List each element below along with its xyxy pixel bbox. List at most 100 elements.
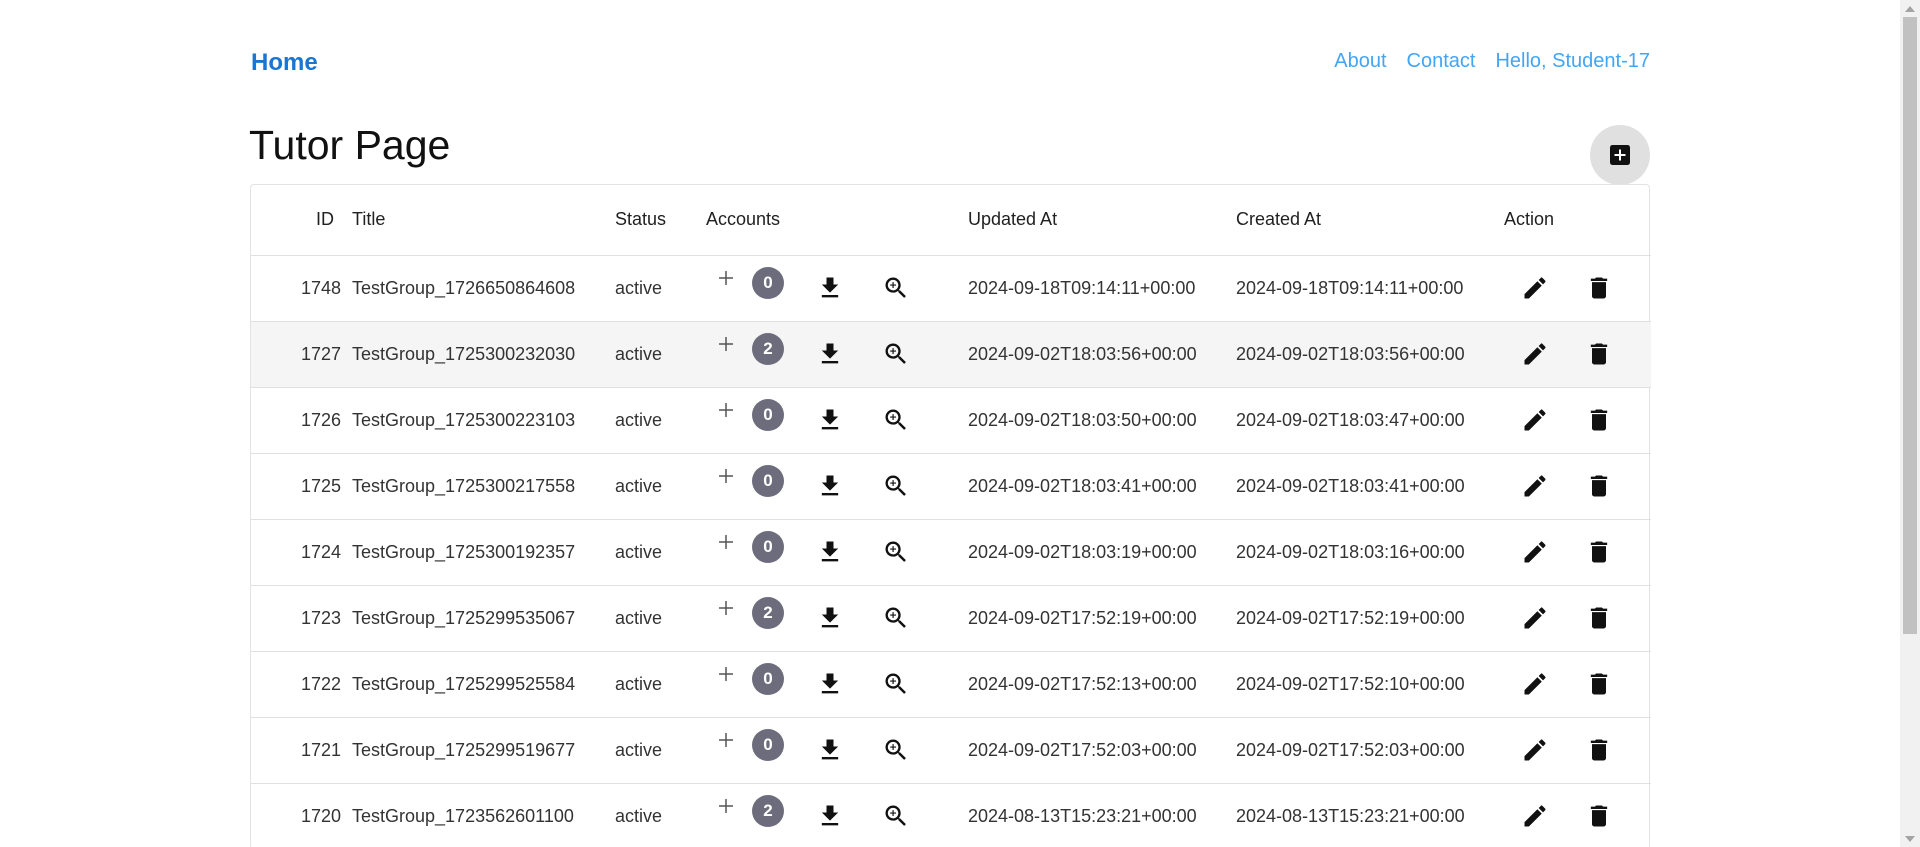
cell-actions [1504, 717, 1651, 784]
plus-icon[interactable] [716, 796, 736, 816]
plus-icon[interactable] [716, 730, 736, 750]
cell-accounts: 2 [706, 321, 968, 388]
cell-status: active [615, 585, 706, 652]
plus-icon[interactable] [716, 334, 736, 354]
cell-created-at: 2024-09-02T18:03:16+00:00 [1236, 519, 1504, 586]
zoom-in-icon[interactable] [882, 802, 910, 830]
cell-updated-at: 2024-09-02T18:03:41+00:00 [968, 453, 1236, 520]
header-created-at[interactable]: Created At [1236, 185, 1504, 256]
plus-icon[interactable] [716, 466, 736, 486]
pencil-icon[interactable] [1521, 340, 1549, 368]
cell-actions [1504, 387, 1651, 454]
download-icon[interactable] [816, 340, 844, 368]
download-icon[interactable] [816, 802, 844, 830]
cell-accounts: 2 [706, 585, 968, 652]
plus-icon[interactable] [716, 664, 736, 684]
pencil-icon[interactable] [1521, 802, 1549, 830]
table-row[interactable]: 1723 TestGroup_1725299535067 active 2 2024-0… [251, 585, 1651, 652]
table-row[interactable]: 1721 TestGroup_1725299519677 active 0 2024-0… [251, 717, 1651, 784]
accounts-count-badge: 0 [752, 266, 784, 299]
zoom-in-icon[interactable] [882, 472, 910, 500]
zoom-in-icon[interactable] [882, 604, 910, 632]
cell-title: TestGroup_1725300223103 [351, 387, 615, 454]
zoom-in-icon[interactable] [882, 340, 910, 368]
table-row[interactable]: 1724 TestGroup_1725300192357 active 0 2024-0… [251, 519, 1651, 586]
groups-table: ID Title Status Accounts Updated At Crea… [251, 185, 1651, 847]
pencil-icon[interactable] [1521, 736, 1549, 764]
pencil-icon[interactable] [1521, 274, 1549, 302]
trash-icon[interactable] [1585, 274, 1613, 302]
cell-created-at: 2024-09-02T17:52:10+00:00 [1236, 651, 1504, 718]
table-row[interactable]: 1727 TestGroup_1725300232030 active 2 2024-0… [251, 321, 1651, 388]
table-row[interactable]: 1748 TestGroup_1726650864608 active 0 2024-0… [251, 255, 1651, 322]
table-body: 1748 TestGroup_1726650864608 active 0 2024-0… [251, 255, 1651, 847]
trash-icon[interactable] [1585, 604, 1613, 632]
cell-accounts: 0 [706, 651, 968, 718]
trash-icon[interactable] [1585, 472, 1613, 500]
cell-id: 1722 [251, 651, 351, 718]
download-icon[interactable] [816, 604, 844, 632]
cell-status: active [615, 519, 706, 586]
header-updated-at[interactable]: Updated At [968, 185, 1236, 256]
cell-title: TestGroup_1725300217558 [351, 453, 615, 520]
nav-user-greeting[interactable]: Hello, Student-17 [1495, 50, 1650, 73]
cell-actions [1504, 321, 1651, 388]
groups-table-container: ID Title Status Accounts Updated At Crea… [250, 184, 1651, 847]
accounts-count-badge: 0 [752, 662, 784, 695]
nav-home-link[interactable]: Home [251, 49, 318, 77]
page-scrollbar[interactable] [1900, 0, 1920, 847]
pencil-icon[interactable] [1521, 472, 1549, 500]
table-row[interactable]: 1725 TestGroup_1725300217558 active 0 2024-0… [251, 453, 1651, 520]
cell-title: TestGroup_1725300232030 [351, 321, 615, 388]
download-icon[interactable] [816, 406, 844, 434]
header-accounts[interactable]: Accounts [706, 185, 968, 256]
header-action: Action [1504, 185, 1651, 256]
trash-icon[interactable] [1585, 670, 1613, 698]
cell-updated-at: 2024-09-02T17:52:03+00:00 [968, 717, 1236, 784]
download-icon[interactable] [816, 736, 844, 764]
header-title[interactable]: Title [351, 185, 615, 256]
cell-title: TestGroup_1725299519677 [351, 717, 615, 784]
cell-created-at: 2024-09-02T18:03:47+00:00 [1236, 387, 1504, 454]
header-id[interactable]: ID [251, 185, 351, 256]
download-icon[interactable] [816, 472, 844, 500]
nav-about-link[interactable]: About [1334, 50, 1386, 73]
plus-icon[interactable] [716, 598, 736, 618]
cell-created-at: 2024-09-18T09:14:11+00:00 [1236, 255, 1504, 322]
download-icon[interactable] [816, 274, 844, 302]
scrollbar-thumb[interactable] [1903, 17, 1917, 634]
accounts-count-badge: 0 [752, 728, 784, 761]
trash-icon[interactable] [1585, 736, 1613, 764]
cell-actions [1504, 585, 1651, 652]
download-icon[interactable] [816, 538, 844, 566]
header-status[interactable]: Status [615, 185, 706, 256]
table-row[interactable]: 1726 TestGroup_1725300223103 active 0 2024-0… [251, 387, 1651, 454]
nav-contact-link[interactable]: Contact [1407, 50, 1476, 73]
zoom-in-icon[interactable] [882, 274, 910, 302]
plus-icon[interactable] [716, 400, 736, 420]
scroll-up-arrow-icon[interactable] [1900, 0, 1920, 17]
trash-icon[interactable] [1585, 406, 1613, 434]
zoom-in-icon[interactable] [882, 736, 910, 764]
pencil-icon[interactable] [1521, 604, 1549, 632]
download-icon[interactable] [816, 670, 844, 698]
table-row[interactable]: 1722 TestGroup_1725299525584 active 0 2024-0… [251, 651, 1651, 718]
zoom-in-icon[interactable] [882, 670, 910, 698]
trash-icon[interactable] [1585, 802, 1613, 830]
add-group-button[interactable] [1590, 125, 1650, 185]
pencil-icon[interactable] [1521, 538, 1549, 566]
scroll-down-arrow-icon[interactable] [1900, 830, 1920, 847]
accounts-count-badge: 2 [752, 794, 784, 827]
pencil-icon[interactable] [1521, 670, 1549, 698]
cell-updated-at: 2024-09-02T18:03:19+00:00 [968, 519, 1236, 586]
table-row[interactable]: 1720 TestGroup_1723562601100 active 2 2024-0… [251, 783, 1651, 847]
plus-icon[interactable] [716, 268, 736, 288]
cell-status: active [615, 255, 706, 322]
plus-icon[interactable] [716, 532, 736, 552]
trash-icon[interactable] [1585, 538, 1613, 566]
pencil-icon[interactable] [1521, 406, 1549, 434]
cell-id: 1725 [251, 453, 351, 520]
zoom-in-icon[interactable] [882, 406, 910, 434]
trash-icon[interactable] [1585, 340, 1613, 368]
zoom-in-icon[interactable] [882, 538, 910, 566]
